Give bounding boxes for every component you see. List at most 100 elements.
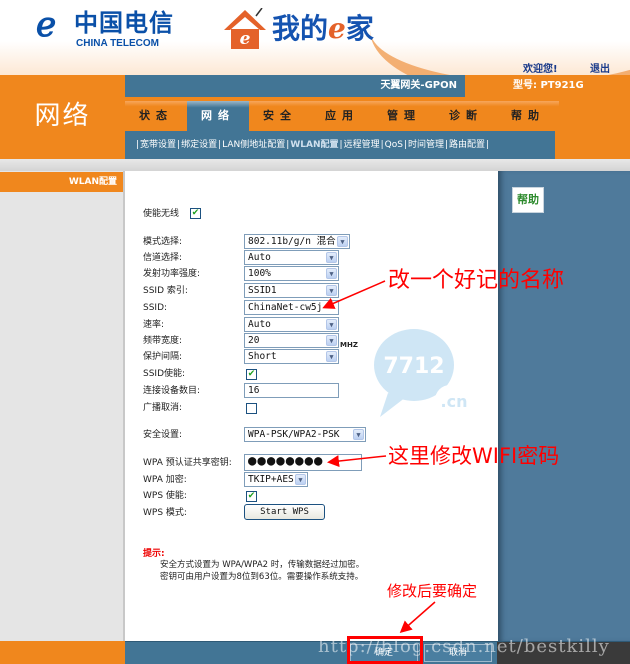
- subnav-wlan[interactable]: WLAN配置: [290, 140, 338, 150]
- tip-line: 密钥可由用户设置为8位到63位。需要操作系统支持。: [160, 572, 364, 582]
- device-model: 型号: PT921G: [513, 80, 584, 91]
- logout-link[interactable]: 退出: [590, 60, 610, 75]
- mode-label: 模式选择:: [143, 237, 183, 247]
- max-devices-input[interactable]: 16: [244, 383, 339, 398]
- ssid-enable-label: SSID使能:: [143, 369, 186, 379]
- divider-strip: [0, 159, 630, 171]
- tab-network[interactable]: 网络: [187, 101, 249, 131]
- password-annotation: 这里修改WIFI密码: [388, 444, 560, 468]
- security-value: WPA-PSK/WPA2-PSK: [248, 429, 340, 440]
- channel-select[interactable]: Auto ▼: [244, 250, 339, 265]
- svg-text:e: e: [240, 29, 251, 49]
- ssid-index-select[interactable]: SSID1 ▼: [244, 283, 339, 298]
- mode-select[interactable]: 802.11b/g/n 混合 ▼: [244, 234, 350, 249]
- tx-power-value: 100%: [248, 268, 271, 279]
- bandwidth-value: 20: [248, 335, 260, 346]
- chevron-down-icon: ▼: [326, 351, 337, 362]
- ssid-enable-checkbox[interactable]: ✔: [246, 369, 257, 380]
- tip-line: 安全方式设置为 WPA/WPA2 时，传输数据经过加密。: [160, 560, 365, 570]
- chevron-down-icon: ▼: [295, 474, 306, 485]
- product-title: 我的e家: [272, 12, 374, 46]
- confirm-highlight-box: [347, 636, 423, 664]
- tab-management[interactable]: 管理: [373, 101, 435, 131]
- separator: |: [136, 140, 140, 150]
- enable-wireless-label: 使能无线: [143, 209, 180, 219]
- tx-power-select[interactable]: 100% ▼: [244, 266, 339, 281]
- wps-enable-checkbox[interactable]: ✔: [246, 491, 257, 502]
- ssid-input[interactable]: ChinaNet-cw5j: [244, 300, 339, 315]
- ssid-label: SSID:: [143, 303, 168, 313]
- wps-enable-label: WPS 使能:: [143, 491, 187, 501]
- site-watermark-logo: 7712 .cn: [374, 329, 468, 417]
- broadcast-cancel-checkbox[interactable]: [246, 403, 257, 414]
- ssid-index-label: SSID 索引:: [143, 286, 188, 296]
- tab-security[interactable]: 安全: [249, 101, 311, 131]
- separator: |: [403, 140, 407, 150]
- tab-help[interactable]: 帮助: [497, 101, 559, 131]
- ssid-index-value: SSID1: [248, 285, 277, 296]
- separator: |: [380, 140, 384, 150]
- china-telecom-mark-icon: ℯ: [36, 5, 57, 45]
- separator: |: [218, 140, 222, 150]
- tab-application[interactable]: 应用: [311, 101, 373, 131]
- chevron-down-icon: ▼: [337, 236, 348, 247]
- broadcast-cancel-label: 广播取消:: [143, 403, 183, 413]
- separator: |: [177, 140, 181, 150]
- tab-status[interactable]: 状态: [125, 101, 187, 131]
- subnav-broadband[interactable]: 宽带设置: [140, 140, 176, 150]
- china-telecom-logo: ℯ 中国电信 CHINA TELECOM: [36, 8, 176, 50]
- wpa-encryption-label: WPA 加密:: [143, 475, 187, 485]
- device-name: 天翼网关-GPON: [125, 75, 465, 97]
- chevron-down-icon: ▼: [326, 335, 337, 346]
- section-title: 网络: [34, 101, 91, 131]
- security-label: 安全设置:: [143, 430, 183, 440]
- my-e-home-logo: e 我的e家: [222, 2, 412, 52]
- subnav-lan-address[interactable]: LAN侧地址配置: [222, 140, 285, 150]
- subnav-remote-management[interactable]: 远程管理: [344, 140, 380, 150]
- chevron-down-icon: ▼: [326, 252, 337, 263]
- product-title-b: 家: [345, 12, 374, 45]
- guard-interval-label: 保护间隔:: [143, 352, 183, 362]
- bandwidth-select[interactable]: 20 ▼: [244, 333, 339, 348]
- sub-nav: |宽带设置|绑定设置|LAN侧地址配置|WLAN配置|远程管理|QoS|时间管理…: [125, 131, 555, 159]
- start-wps-button[interactable]: Start WPS: [244, 504, 325, 520]
- wpa-psk-input[interactable]: ●●●●●●●●: [244, 454, 362, 471]
- chevron-down-icon: ▼: [326, 319, 337, 330]
- tab-diagnostics[interactable]: 诊断: [435, 101, 497, 131]
- rate-select[interactable]: Auto ▼: [244, 317, 339, 332]
- max-devices-label: 连接设备数目:: [143, 386, 201, 396]
- wps-mode-label: WPS 模式:: [143, 508, 187, 518]
- bandwidth-unit: MHZ: [340, 341, 358, 349]
- subnav-binding[interactable]: 绑定设置: [181, 140, 217, 150]
- help-button[interactable]: 帮助: [512, 187, 544, 213]
- footer-left: [0, 641, 125, 664]
- guard-interval-value: Short: [248, 351, 277, 362]
- separator: |: [486, 140, 490, 150]
- tx-power-label: 发射功率强度:: [143, 269, 201, 279]
- rate-value: Auto: [248, 319, 271, 330]
- header: ℯ 中国电信 CHINA TELECOM e 我的e家 欢迎您! 退出: [0, 0, 630, 75]
- product-title-a: 我的: [272, 12, 329, 45]
- wpa-encryption-value: TKIP+AES: [248, 474, 294, 485]
- chevron-down-icon: ▼: [326, 268, 337, 279]
- enable-wireless-checkbox[interactable]: ✔: [190, 208, 201, 219]
- subnav-time[interactable]: 时间管理: [408, 140, 444, 150]
- separator: |: [286, 140, 290, 150]
- chevron-down-icon: ▼: [326, 285, 337, 296]
- separator: |: [445, 140, 449, 150]
- brand-en: CHINA TELECOM: [76, 38, 159, 49]
- main-nav: 状态 网络 安全 应用 管理 诊断 帮助: [125, 97, 559, 131]
- confirm-annotation: 修改后要确定: [387, 582, 478, 600]
- security-select[interactable]: WPA-PSK/WPA2-PSK ▼: [244, 427, 366, 442]
- separator: |: [339, 140, 343, 150]
- mode-value: 802.11b/g/n 混合: [248, 236, 336, 247]
- wpa-encryption-select[interactable]: TKIP+AES ▼: [244, 472, 308, 487]
- subnav-qos[interactable]: QoS: [385, 140, 403, 150]
- house-icon: e: [224, 8, 266, 49]
- nav-band-right: [555, 97, 630, 159]
- guard-interval-select[interactable]: Short ▼: [244, 349, 339, 364]
- subnav-routing[interactable]: 路由配置: [449, 140, 485, 150]
- watermark-logo-suffix: .cn: [441, 392, 468, 411]
- sidebar-item-wlan[interactable]: WLAN配置: [0, 172, 123, 192]
- channel-label: 信道选择:: [143, 253, 183, 263]
